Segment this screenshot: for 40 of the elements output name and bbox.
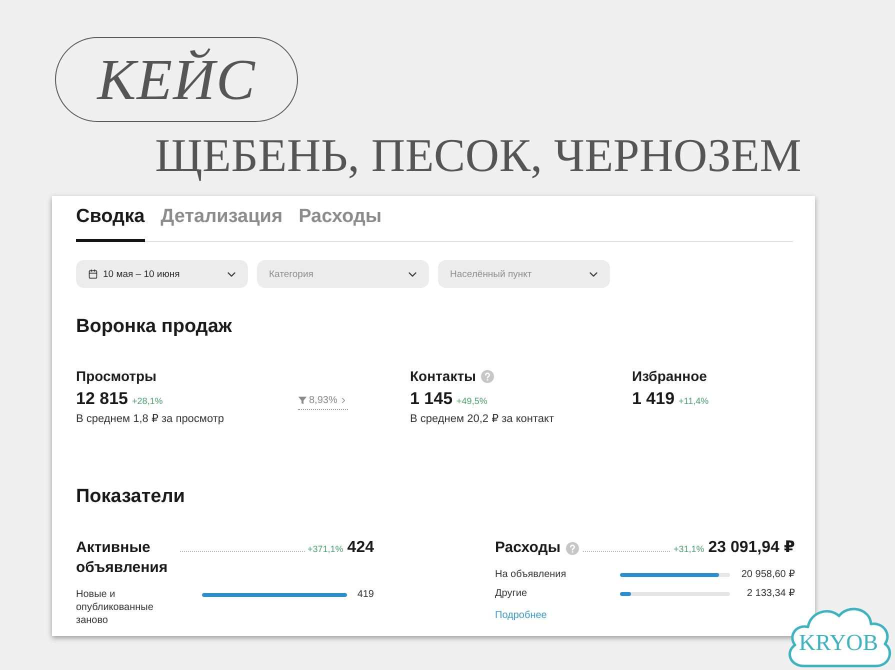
indicator-title: Активные объявления (76, 538, 169, 578)
help-icon[interactable] (481, 370, 494, 383)
funnel-icon (298, 396, 307, 405)
tab[interactable]: Расходы (298, 206, 382, 242)
section-title: Показатели (76, 486, 186, 508)
help-icon[interactable] (566, 542, 579, 554)
row-label: На объявления (495, 568, 568, 581)
indicator-total: 424 (347, 538, 374, 558)
row-label: Другие (495, 587, 528, 600)
metric-label: Контакты (410, 368, 476, 385)
metric-value: 12 815 (76, 389, 128, 409)
row-value: 20 958,60 ₽ (740, 568, 795, 581)
indicator-total: 23 091,94 ₽ (708, 538, 795, 558)
dropdown-select[interactable]: Категория (257, 260, 429, 288)
calendar-icon (88, 269, 98, 279)
metric-note: В среднем 20,2 ₽ за контакт (410, 412, 555, 426)
indicator-title: Расходы (495, 538, 561, 558)
change-percent: +11,4% (678, 396, 709, 406)
section-title: Воронка продаж (76, 316, 233, 338)
dropdown-select[interactable]: Населённый пункт (438, 260, 610, 288)
row-value: 419 (357, 588, 374, 601)
metric-note: В среднем 1,8 ₽ за просмотр (76, 412, 226, 426)
date-range-select[interactable]: 10 мая – 10 июня (76, 260, 248, 288)
change-percent: +371,1% (308, 544, 344, 554)
change-percent: +31,1% (673, 544, 704, 554)
tab[interactable]: Детализация (160, 206, 283, 242)
logo-text: KRYOB (798, 630, 878, 656)
conversion-rate-link[interactable]: 8,93% (298, 394, 348, 410)
metric-label: Избранное (632, 368, 707, 385)
page-title: ЩЕБЕНЬ, ПЕСОК, ЧЕРНОЗЕМ (155, 130, 802, 182)
metric-value: 1 145 (410, 389, 453, 409)
row-value: 2 133,34 ₽ (746, 587, 795, 600)
row-label: Новые и опубликованные заново (76, 588, 154, 627)
case-badge: КЕЙС (55, 37, 298, 122)
metric-value: 1 419 (632, 389, 675, 409)
change-percent: +28,1% (132, 396, 163, 406)
metric-label: Просмотры (76, 368, 157, 385)
details-link[interactable]: Подробнее (495, 609, 547, 622)
change-percent: +49,5% (456, 396, 488, 406)
tab[interactable]: Сводка (76, 206, 145, 242)
